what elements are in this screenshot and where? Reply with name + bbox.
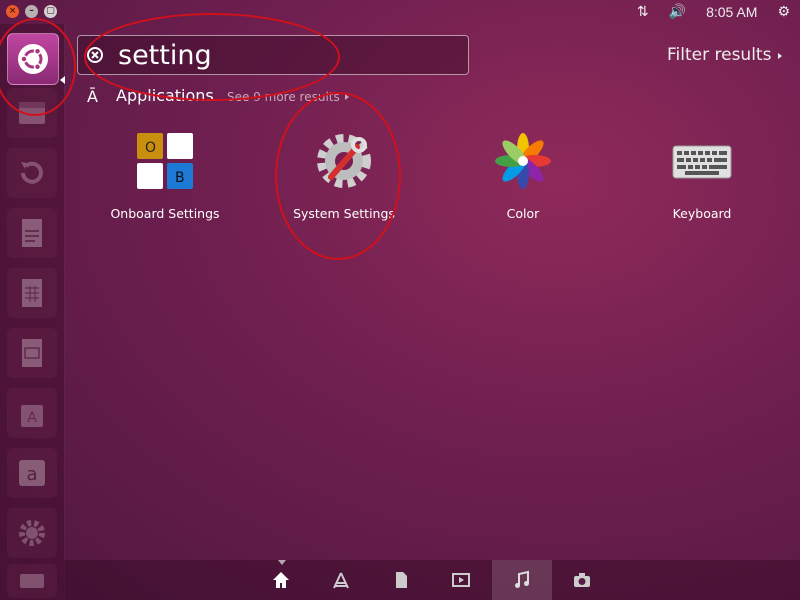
- system-settings-gear-icon: [317, 134, 371, 188]
- lens-bar: [64, 560, 800, 600]
- minimize-window-button[interactable]: –: [25, 5, 38, 18]
- search-input[interactable]: setting: [118, 40, 212, 71]
- result-label: Color: [506, 206, 540, 221]
- network-updown-icon[interactable]: ⇅: [637, 4, 649, 20]
- search-box[interactable]: setting: [77, 35, 469, 75]
- backup-arrow-icon: [21, 161, 43, 184]
- software-bag-icon: A: [21, 405, 43, 427]
- launcher-item-software-center[interactable]: A: [7, 388, 57, 438]
- lens-photos[interactable]: [552, 560, 612, 600]
- applications-icon: [333, 572, 349, 589]
- launcher-item-amazon[interactable]: a: [7, 448, 57, 498]
- result-label: Keyboard: [672, 206, 732, 221]
- music-note-icon: [515, 570, 529, 588]
- video-icon: [452, 573, 470, 587]
- launcher-active-arrow: [60, 76, 65, 84]
- launcher-item-drive[interactable]: [7, 564, 57, 598]
- lens-video[interactable]: [431, 560, 491, 600]
- file-icon: [396, 572, 407, 588]
- result-label: Onboard Settings: [110, 206, 220, 221]
- launcher-item-writer[interactable]: [7, 208, 57, 258]
- home-icon: [273, 572, 289, 588]
- see-more-results-link[interactable]: See 9 more results: [227, 90, 340, 104]
- close-window-button[interactable]: ×: [6, 5, 19, 18]
- result-keyboard[interactable]: Keyboard: [617, 130, 787, 221]
- see-more-arrow-icon[interactable]: [345, 94, 349, 100]
- lens-applications[interactable]: [311, 560, 371, 600]
- calc-spreadsheet-icon: [22, 279, 42, 307]
- drive-icon: [20, 574, 44, 588]
- lens-music[interactable]: [492, 560, 552, 600]
- file-cabinet-icon: [19, 102, 45, 124]
- lens-home[interactable]: [251, 560, 311, 600]
- settings-gear-icon: [19, 520, 45, 546]
- impress-presentation-icon: [22, 339, 42, 367]
- amazon-icon: a: [19, 460, 45, 486]
- keyboard-icon: [672, 145, 732, 179]
- writer-document-icon: [22, 219, 42, 247]
- launcher: A a: [0, 24, 65, 600]
- launcher-item-backup[interactable]: [7, 148, 57, 198]
- ubuntu-logo-icon: [18, 44, 48, 74]
- system-tray: ⇅ 🔊 8:05 AM ⚙: [637, 0, 790, 24]
- onboard-keyboard-icon: O B: [137, 133, 193, 189]
- launcher-item-calc[interactable]: [7, 268, 57, 318]
- onboard-key-b: B: [175, 170, 185, 186]
- volume-icon[interactable]: 🔊: [669, 4, 686, 20]
- applications-category-icon: Ā: [87, 87, 98, 106]
- result-system-settings[interactable]: System Settings: [259, 130, 429, 221]
- launcher-item-system-settings[interactable]: [7, 508, 57, 558]
- svg-text:A: A: [27, 410, 37, 426]
- power-gear-icon[interactable]: ⚙: [777, 4, 790, 20]
- lens-files[interactable]: [371, 560, 431, 600]
- clock[interactable]: 8:05 AM: [706, 4, 757, 20]
- result-onboard-settings[interactable]: O B Onboard Settings: [80, 130, 250, 221]
- color-flower-icon: [495, 133, 551, 189]
- top-panel: × – ▢ ⇅ 🔊 8:05 AM ⚙: [0, 0, 800, 24]
- camera-icon: [574, 573, 590, 587]
- launcher-item-impress[interactable]: [7, 328, 57, 378]
- dash-home-button[interactable]: [7, 33, 59, 85]
- filter-arrow-icon[interactable]: [778, 53, 782, 59]
- result-color[interactable]: Color: [438, 130, 608, 221]
- onboard-key-o: O: [145, 140, 156, 156]
- category-title: Applications: [116, 86, 214, 105]
- svg-text:a: a: [26, 464, 37, 485]
- maximize-window-button[interactable]: ▢: [44, 5, 57, 18]
- launcher-item-file-manager[interactable]: [7, 88, 57, 138]
- clear-search-icon[interactable]: [87, 47, 103, 63]
- result-label: System Settings: [293, 206, 395, 221]
- filter-results-button[interactable]: Filter results: [667, 45, 771, 65]
